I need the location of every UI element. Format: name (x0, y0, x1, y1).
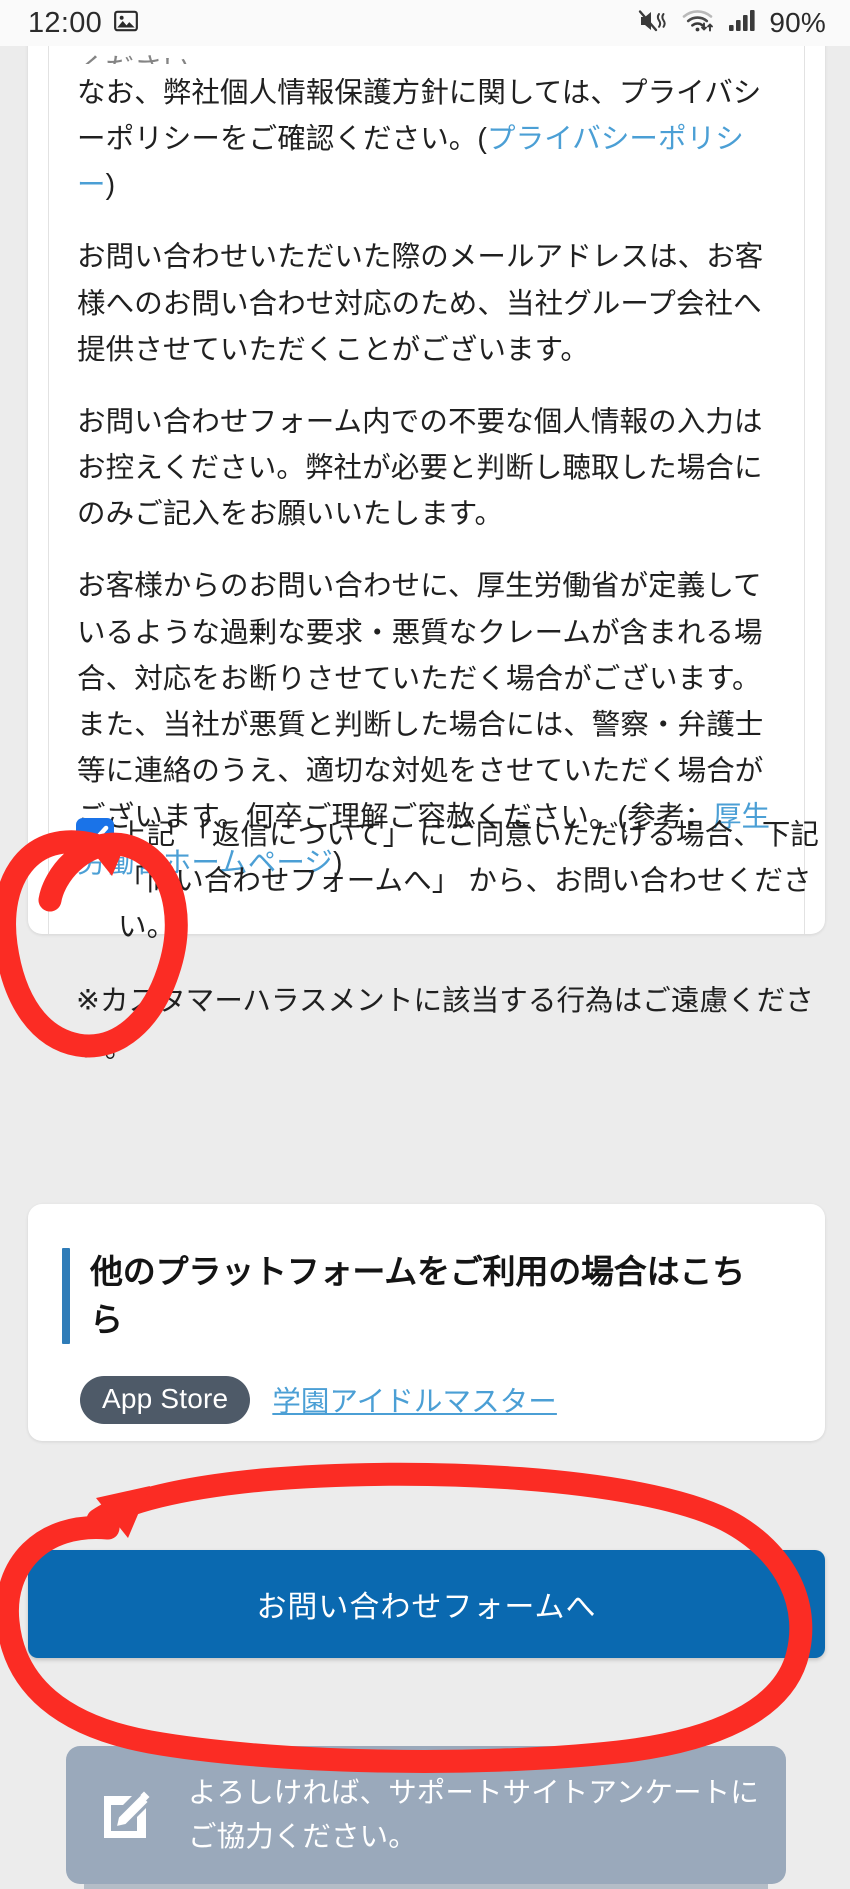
consent-row[interactable]: 上記 「返信について」 にご同意いただける場合、下記 「問い合わせフォームへ」 … (76, 812, 836, 950)
signal-bars-icon (728, 8, 756, 39)
policy-paragraph-unnecessary-personal-info: お問い合わせフォーム内での不要な個人情報の入力はお控えください。弊社が必要と判断… (77, 399, 777, 537)
platform-heading-wrap: 他のプラットフォームをご利用の場合はこちら (62, 1248, 777, 1344)
platform-card: 他のプラットフォームをご利用の場合はこちら App Store 学園アイドルマス… (28, 1204, 825, 1441)
paragraph-text: お問い合わせフォーム内での不要な個人情報の入力はお控えください。弊社が必要と判断… (77, 405, 763, 531)
wifi-icon (681, 8, 715, 39)
consent-block: 上記 「返信について」 にご同意いただける場合、下記 「問い合わせフォームへ」 … (76, 812, 836, 1071)
platform-game-link[interactable]: 学園アイドルマスター (272, 1379, 557, 1420)
status-bar: 12:00 90% (0, 0, 850, 46)
mute-vibrate-icon (638, 8, 668, 39)
paragraph-text: ) (105, 169, 116, 202)
survey-banner[interactable]: よろしければ、サポートサイトアンケートにご協力ください。 (66, 1746, 786, 1884)
status-bar-left: 12:00 (28, 8, 139, 39)
clipped-text-line: ください。 (77, 46, 777, 64)
policy-paragraph-email-sharing: お問い合わせいただいた際のメールアドレスは、お客様へのお問い合わせ対応のため、当… (77, 234, 777, 372)
policy-scroll-box[interactable]: ください。 なお、弊社個人情報保護方針に関しては、プライバシーポリシーをご確認く… (48, 46, 805, 934)
agree-checkbox[interactable] (76, 818, 114, 856)
platform-heading: 他のプラットフォームをご利用の場合はこちら (90, 1253, 746, 1338)
consent-label: 上記 「返信について」 にご同意いただける場合、下記 「問い合わせフォームへ」 … (118, 819, 820, 944)
contact-form-button[interactable]: お問い合わせフォームへ (28, 1550, 825, 1658)
clock-label: 12:00 (28, 6, 103, 39)
image-icon (113, 8, 139, 39)
check-icon (81, 825, 109, 847)
page-scroll-area[interactable]: ください。 なお、弊社個人情報保護方針に関しては、プライバシーポリシーをご確認く… (0, 46, 850, 1889)
policy-paragraph-privacy: なお、弊社個人情報保護方針に関しては、プライバシーポリシーをご確認ください。(プ… (77, 70, 777, 208)
harassment-note: ※カスタマーハラスメントに該当する行為はご遠慮ください。 (76, 985, 814, 1064)
policy-card: ください。 なお、弊社個人情報保護方針に関しては、プライバシーポリシーをご確認く… (28, 46, 825, 1064)
heading-accent-bar (62, 1248, 70, 1344)
policy-text-body: ください。 なお、弊社個人情報保護方針に関しては、プライバシーポリシーをご確認く… (77, 46, 777, 887)
battery-percentage-label: 90% (769, 7, 826, 38)
platform-item-row: App Store 学園アイドルマスター (80, 1376, 557, 1424)
paragraph-text: お客様からのお問い合わせに、厚生労働省が定義しているような過剰な要求・悪質なクレ… (77, 570, 764, 834)
edit-note-icon (96, 1782, 158, 1849)
app-store-badge: App Store (80, 1376, 251, 1424)
survey-label: よろしければ、サポートサイトアンケートにご協力ください。 (188, 1776, 759, 1853)
status-bar-right: 90% (638, 8, 826, 39)
paragraph-text: お問い合わせいただいた際のメールアドレスは、お客様へのお問い合わせ対応のため、当… (77, 241, 764, 366)
